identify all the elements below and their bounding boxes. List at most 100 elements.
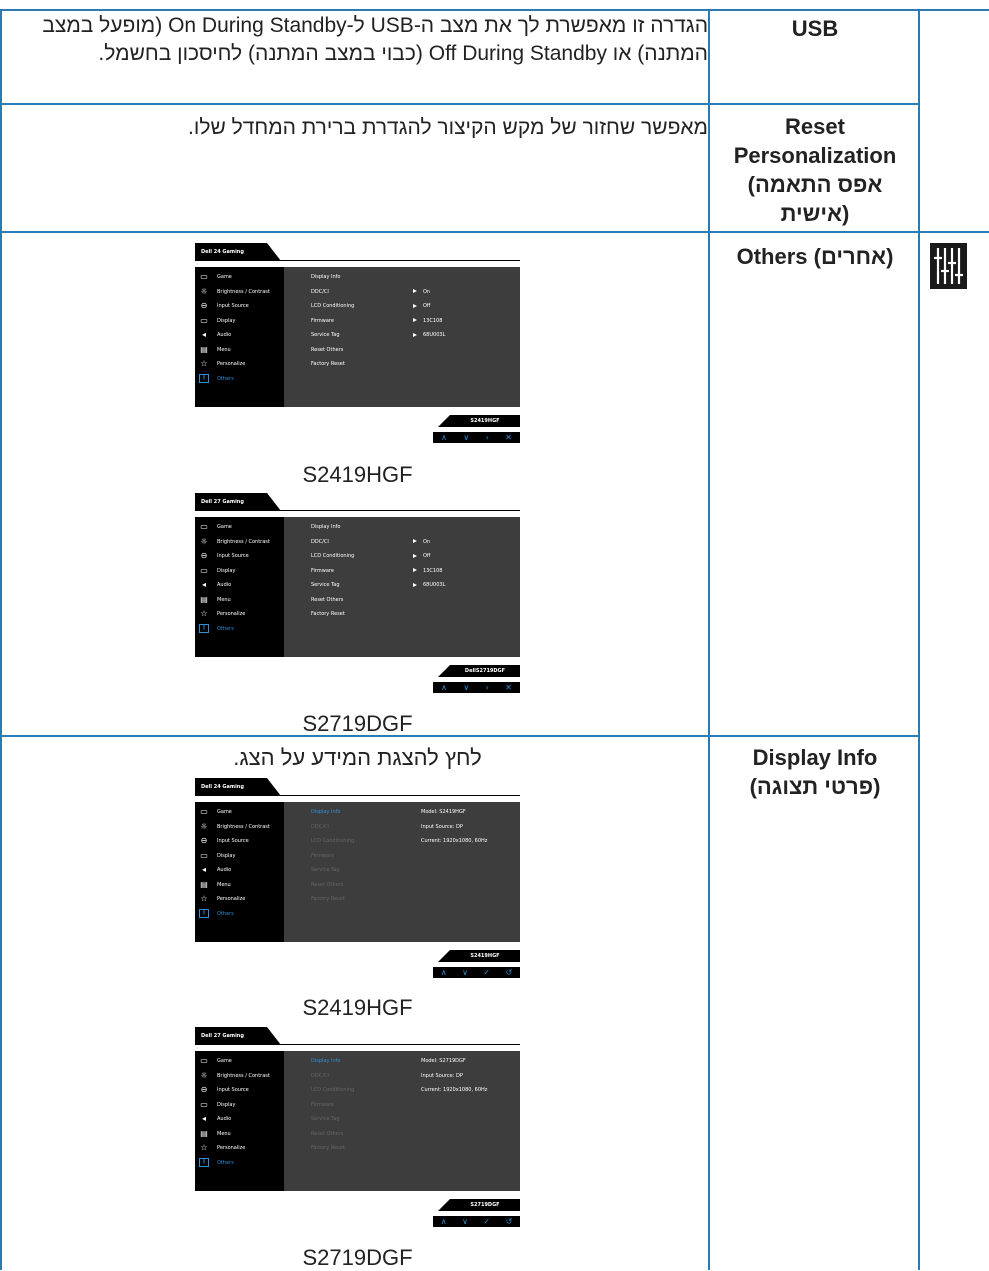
osd-nav-button[interactable]: ✓ (483, 968, 490, 977)
osd-option[interactable]: Service Tag (311, 332, 340, 338)
osd-option[interactable]: Factory Reset (311, 361, 345, 367)
osd-menu-item[interactable]: ☼ Brightness / Contrast (199, 286, 284, 299)
others-icon: ⫼ (199, 1157, 209, 1167)
osd-menu-item[interactable]: ◂ Audio (199, 579, 284, 592)
menu-icon: ▤ (200, 594, 208, 604)
star-icon: ☆ (200, 894, 208, 903)
input-source-icon: ⊖ (200, 1085, 208, 1094)
osd-menu-item[interactable]: ☆ Personalize (199, 608, 284, 621)
osd-option[interactable]: Reset Others (311, 882, 343, 888)
triangle-icon (413, 318, 417, 322)
osd-nav-button[interactable]: ✓ (483, 1217, 490, 1226)
osd-nav-button[interactable]: ∧ (441, 433, 447, 442)
osd-nav-button[interactable]: › (486, 683, 489, 692)
osd-menu-item[interactable]: ▭ Display (199, 850, 284, 863)
osd-option-value: Off (413, 303, 430, 309)
osd-option[interactable]: DDC/CI (311, 539, 329, 545)
osd-menu-item[interactable]: ▤ Menu (199, 879, 284, 892)
osd-option[interactable]: Factory Reset (311, 896, 345, 902)
osd-option[interactable]: LCD Conditioning (311, 553, 354, 559)
osd-menu-item[interactable]: ◂ Audio (199, 864, 284, 877)
osd-option[interactable]: Factory Reset (311, 1145, 345, 1151)
osd-menu-item[interactable]: ▭ Game (199, 271, 284, 284)
osd-nav-button[interactable]: ∨ (462, 968, 468, 977)
osd-nav-button[interactable]: ↺ (506, 1217, 513, 1226)
osd-nav-button[interactable]: ∨ (462, 1217, 468, 1226)
osd-menu-item[interactable]: ▭ Display (199, 565, 284, 578)
osd-nav-button[interactable]: › (486, 433, 489, 442)
menu-icon: ▤ (200, 879, 208, 889)
osd-menu-item[interactable]: ⊖ Input Source (199, 300, 284, 313)
osd-title-tab: Dell 27 Gaming Monitor (195, 493, 281, 523)
osd-option[interactable]: LCD Conditioning (311, 303, 354, 309)
display-info-line: Current: 1920x1080, 60Hz (421, 838, 488, 844)
osd-menu-item[interactable]: ▭ Game (199, 521, 284, 534)
osd-option[interactable]: Display Info (311, 274, 340, 280)
osd-nav-button[interactable]: ✕ (505, 683, 512, 692)
osd-menu-item[interactable]: ▤ Menu (199, 344, 284, 357)
osd-nav-button[interactable]: ↺ (506, 968, 513, 977)
heading-line: אישית) (780, 201, 850, 226)
osd-nav-button[interactable]: ∧ (441, 968, 447, 977)
divider (195, 260, 520, 261)
osd-nav-button[interactable]: ✕ (505, 433, 512, 442)
osd-button-bar: ∧ ∨ ✓ ↺ (433, 1216, 520, 1227)
osd-menu-item[interactable]: ◂ Audio (199, 1113, 284, 1126)
osd-option[interactable]: Firmware (311, 318, 334, 324)
osd-option[interactable]: Reset Others (311, 347, 343, 353)
osd-menu-item[interactable]: ☆ Personalize (199, 358, 284, 371)
osd-menu-item[interactable]: ⊖ Input Source (199, 550, 284, 563)
osd-menu-item[interactable]: ☆ Personalize (199, 893, 284, 906)
osd-option[interactable]: Service Tag (311, 582, 340, 588)
osd-menu-item[interactable]: ◂ Audio (199, 329, 284, 342)
osd-menu-item[interactable]: ⊖ Input Source (199, 1084, 284, 1097)
osd-option[interactable]: Firmware (311, 568, 334, 574)
osd-menu-item[interactable]: ☼ Brightness / Contrast (199, 536, 284, 549)
osd-nav-button[interactable]: ∧ (441, 1217, 447, 1226)
row-description-reset: מאפשר שחזור של מקש הקיצור להגדרת ברירת ה… (188, 116, 708, 139)
osd-option[interactable]: Firmware (311, 853, 334, 859)
osd-menu-item[interactable]: ▭ Display (199, 1099, 284, 1112)
osd-option[interactable]: Reset Others (311, 597, 343, 603)
table-border (0, 9, 2, 1270)
osd-menu-label: Personalize (217, 361, 246, 367)
osd-option[interactable]: DDC/CI (311, 824, 329, 830)
osd-menu-item[interactable]: ☼ Brightness / Contrast (199, 821, 284, 834)
value-text: On (423, 288, 431, 295)
osd-option[interactable]: Firmware (311, 1102, 334, 1108)
osd-menu-item[interactable]: ▭ Game (199, 1055, 284, 1068)
osd-option[interactable]: Display Info (311, 809, 340, 815)
osd-title-tab: Dell 27 Gaming Monitor (195, 1027, 281, 1057)
osd-menu-item[interactable]: ☆ Personalize (199, 1142, 284, 1155)
osd-option[interactable]: Reset Others (311, 1131, 343, 1137)
osd-option[interactable]: DDC/CI (311, 289, 329, 295)
osd-menu-item[interactable]: ⫼ Others (199, 373, 284, 386)
osd-option[interactable]: Service Tag (311, 867, 340, 873)
osd-option[interactable]: Display Info (311, 524, 340, 530)
osd-menu-item[interactable]: ⊖ Input Source (199, 835, 284, 848)
osd-option[interactable]: Factory Reset (311, 611, 345, 617)
osd-nav-button[interactable]: ∨ (463, 433, 469, 442)
osd-option[interactable]: Display Info (311, 1058, 340, 1064)
audio-icon: ◂ (201, 330, 206, 339)
osd-menu-item[interactable]: ▭ Game (199, 806, 284, 819)
osd-model-tag: S2419HGF (438, 950, 520, 962)
osd-menu-item[interactable]: ☼ Brightness / Contrast (199, 1070, 284, 1083)
osd-option[interactable]: LCD Conditioning (311, 838, 354, 844)
osd-option[interactable]: LCD Conditioning (311, 1087, 354, 1093)
osd-menu-item[interactable]: ⫼ Others (199, 623, 284, 636)
osd-menu-item[interactable]: ▭ Display (199, 315, 284, 328)
osd-menu-label: Others (217, 910, 234, 917)
osd-option[interactable]: DDC/CI (311, 1073, 329, 1079)
row-heading-usb: USB (791, 16, 839, 41)
value-text: 68U003L (423, 332, 446, 338)
divider (195, 795, 520, 796)
osd-menu-item[interactable]: ⫼ Others (199, 908, 284, 921)
osd-option[interactable]: Service Tag (311, 1116, 340, 1122)
osd-menu-item[interactable]: ⫼ Others (199, 1157, 284, 1170)
osd-nav-button[interactable]: ∨ (463, 683, 469, 692)
osd-nav-button[interactable]: ∧ (441, 683, 447, 692)
others-icon: ⫼ (199, 623, 209, 633)
osd-menu-item[interactable]: ▤ Menu (199, 594, 284, 607)
osd-menu-item[interactable]: ▤ Menu (199, 1128, 284, 1141)
